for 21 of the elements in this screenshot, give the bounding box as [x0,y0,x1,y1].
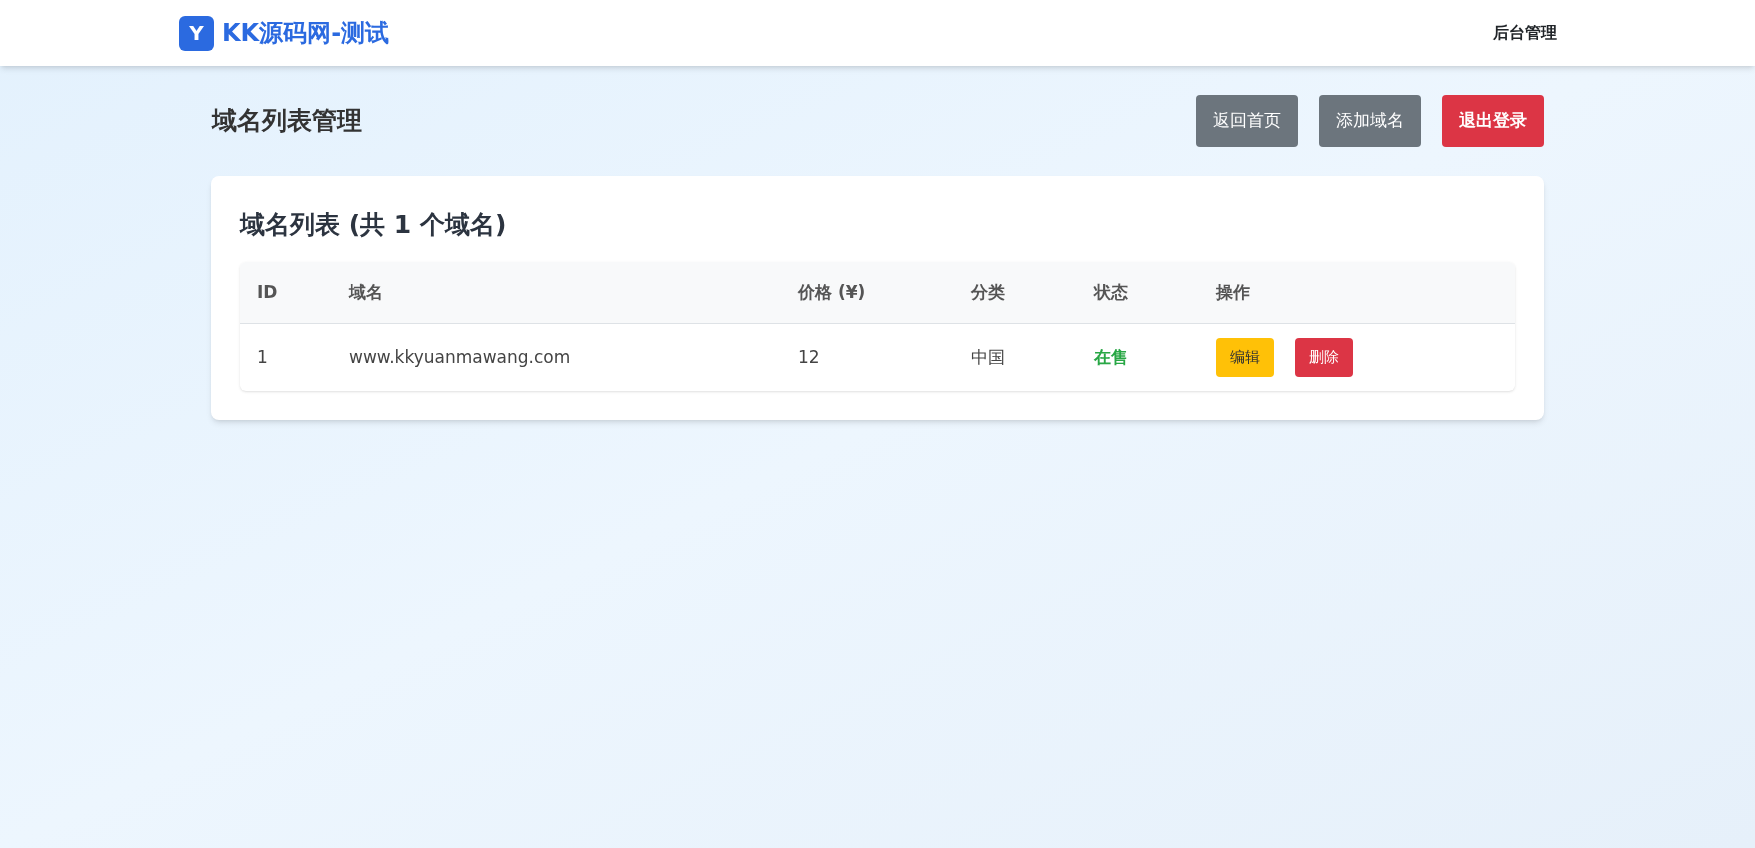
brand-title[interactable]: KK源码网-测试 [222,15,390,51]
column-header: 域名 [332,261,781,324]
status-cell: 在售 [1077,323,1199,391]
table-cell: www.kkyuanmawang.com [332,323,781,391]
logo-icon: Y [179,15,214,51]
page-title: 域名列表管理 [212,105,362,138]
column-header: 价格 (¥) [781,261,954,324]
nav-link[interactable]: 后台管理 [1493,21,1557,45]
card-title: 域名列表 (共 1 个域名) [240,209,508,241]
column-header: 分类 [954,261,1077,324]
action-button[interactable]: 删除 [1295,337,1353,377]
page-button[interactable]: 返回首页 [1196,95,1298,147]
page-button[interactable]: 退出登录 [1442,95,1544,147]
action-button[interactable]: 编辑 [1216,337,1274,377]
table-cell: 12 [781,323,954,391]
table-cell: 1 [240,323,332,391]
column-header: 操作 [1199,261,1515,324]
table-cell: 中国 [954,323,1077,391]
column-header: 状态 [1077,261,1199,324]
page-button[interactable]: 添加域名 [1319,95,1421,147]
column-header: ID [240,261,332,324]
